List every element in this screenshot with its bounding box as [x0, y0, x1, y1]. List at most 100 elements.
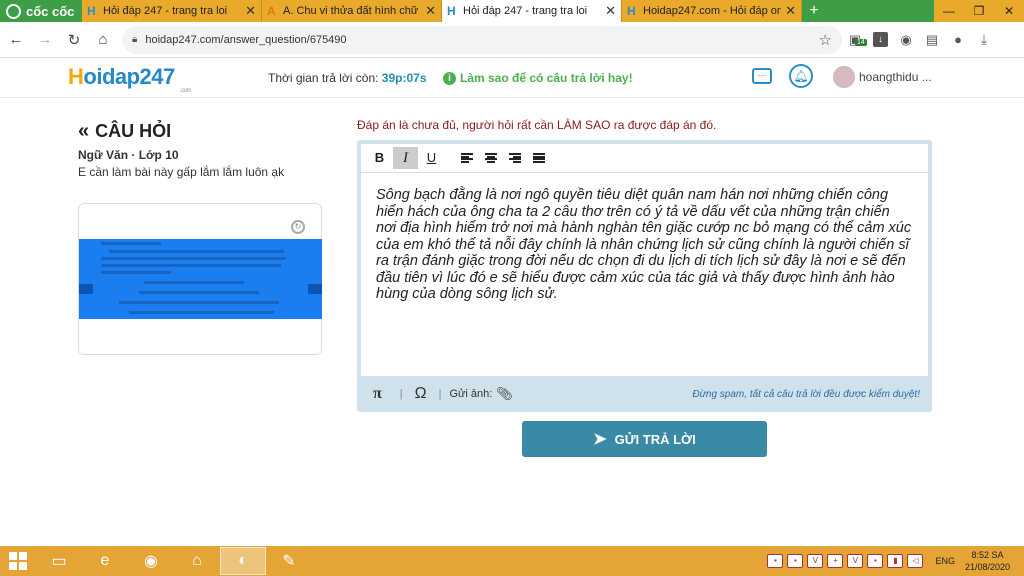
image-next-handle[interactable]	[308, 284, 322, 294]
question-text: E cần làm bài này gấp lắm lắm luôn ạk	[78, 165, 285, 179]
maximize-icon[interactable]: ❐	[964, 0, 994, 22]
hoidap-favicon-icon: H	[87, 4, 96, 18]
file-explorer-icon[interactable]: ▭	[36, 547, 82, 575]
input-language[interactable]: ENG	[935, 556, 955, 566]
align-center-icon[interactable]	[485, 153, 497, 163]
hoidap-favicon-icon: H	[627, 4, 636, 18]
coccoc-logo-icon	[6, 3, 21, 19]
back-chevron-icon[interactable]: «	[78, 120, 89, 143]
tray-app-icon[interactable]: ▪	[867, 554, 884, 568]
divider: |	[438, 388, 442, 400]
url-text: hoidap247.com/answer_question/675490	[145, 33, 347, 46]
tray-app-icon[interactable]: ▪	[787, 554, 804, 568]
answer-tip-link[interactable]: i Làm sao để có câu trả lời hay!	[443, 71, 633, 85]
extension-icon[interactable]: ▣14	[842, 32, 868, 48]
network-icon[interactable]: ▮	[887, 554, 904, 568]
question-image[interactable]	[79, 239, 322, 319]
send-plane-icon: ➤	[593, 431, 607, 448]
tray-app-icon[interactable]: V	[807, 554, 824, 568]
browser-tab-active[interactable]: H Hỏi đáp 247 - trang tra loi ✕	[442, 0, 622, 22]
coccoc-menu-button[interactable]: cốc cốc	[0, 0, 82, 22]
volume-icon[interactable]: ◁	[907, 554, 924, 568]
bookmark-star-icon[interactable]: ☆	[819, 31, 832, 49]
browser-tab[interactable]: H Hỏi đáp 247 - trang tra loi ✕	[82, 0, 262, 22]
tray-app-icon[interactable]: ▪	[767, 554, 784, 568]
question-heading: « CÂU HỎI	[78, 120, 171, 143]
align-right-icon[interactable]	[509, 153, 521, 163]
username[interactable]: hoangthidu ...	[859, 70, 932, 84]
browser-tab[interactable]: A A. Chu vi thửa đất hình chữ nhật ✕	[262, 0, 442, 22]
answer-timer: Thời gian trả lời còn: 39p:07s	[268, 71, 427, 85]
coccoc-extension-icon[interactable]: ◉	[893, 32, 919, 48]
windows-logo-icon	[9, 552, 27, 570]
reload-icon[interactable]: ↻	[61, 31, 87, 49]
extension-icon[interactable]: ▤	[919, 32, 945, 48]
notification-bell-icon[interactable]: 🔔︎	[789, 64, 813, 88]
back-arrow-icon[interactable]: ←	[3, 31, 29, 48]
paint-icon[interactable]: ✎	[266, 547, 312, 575]
address-bar[interactable]: 🔒︎ hoidap247.com/answer_question/675490 …	[122, 25, 842, 54]
profile-icon[interactable]: ●	[945, 32, 971, 47]
question-subject: Ngữ Văn · Lớp 10	[78, 148, 179, 162]
site-header: Hoidap247 .com Thời gian trả lời còn: 39…	[0, 58, 1024, 98]
timer-value: 39p:07s	[381, 71, 427, 85]
home-icon[interactable]: ⌂	[90, 31, 116, 48]
answer-textarea[interactable]: Sông bạch đằng là nơi ngô quyền tiêu diệ…	[361, 173, 928, 376]
tip-text: Làm sao để có câu trả lời hay!	[460, 71, 633, 85]
logo-suffix: .com	[180, 88, 192, 94]
chat-icon[interactable]: ···	[752, 68, 772, 84]
tab-title: A. Chu vi thửa đất hình chữ nhật	[283, 5, 421, 17]
browser-brand: cốc cốc	[26, 3, 75, 19]
start-button[interactable]	[0, 547, 36, 575]
tab-title: Hoidap247.com - Hỏi đáp onl	[643, 5, 782, 17]
image-prev-handle[interactable]	[79, 284, 93, 294]
question-image-card: ↻	[78, 203, 322, 355]
math-formula-button[interactable]: π	[373, 385, 382, 403]
align-justify-icon[interactable]	[533, 153, 545, 163]
forward-arrow-icon[interactable]: →	[32, 31, 58, 48]
download-tray-icon[interactable]: ⤓	[971, 32, 997, 48]
bold-button[interactable]: B	[367, 147, 392, 169]
site-logo[interactable]: Hoidap247 .com	[68, 64, 192, 94]
clock-date: 21/08/2020	[964, 562, 1010, 572]
browser-tab[interactable]: H Hoidap247.com - Hỏi đáp onl ✕	[622, 0, 802, 22]
editor-footer: π | Ω | Gửi ảnh: 📎︎ Đừng spam, tất cả câ…	[361, 380, 928, 408]
submit-answer-button[interactable]: ➤ GỬI TRẢ LỜI	[522, 421, 767, 457]
tab-title: Hỏi đáp 247 - trang tra loi	[463, 5, 588, 17]
tray-app-icon[interactable]: +	[827, 554, 844, 568]
lock-icon: 🔒︎	[132, 34, 138, 45]
clock-time: 8:52 SA	[971, 550, 1004, 560]
rotate-icon[interactable]: ↻	[291, 220, 305, 234]
tab-title: Hỏi đáp 247 - trang tra loi	[103, 5, 228, 17]
close-tab-icon[interactable]: ✕	[245, 3, 256, 19]
minimize-icon[interactable]: —	[934, 0, 964, 22]
submit-label: GỬI TRẢ LỜI	[614, 431, 696, 447]
hoidap-favicon-icon: H	[447, 4, 456, 18]
moderation-note: Đừng spam, tất cả câu trả lời đều được k…	[692, 388, 920, 400]
paperclip-icon[interactable]: 📎︎	[496, 386, 513, 402]
chrome-icon[interactable]: ◉	[128, 547, 174, 575]
info-icon: i	[443, 71, 456, 85]
internet-explorer-icon[interactable]: e	[82, 547, 128, 575]
upload-image-label: Gửi ảnh:	[449, 388, 493, 400]
coccoc-taskbar-icon[interactable]: ◐	[220, 547, 266, 575]
close-tab-icon[interactable]: ✕	[425, 3, 436, 19]
italic-button[interactable]: I	[393, 147, 418, 169]
answer-editor: B I U Sông bạch đằng là nơi ngô quyền ti…	[357, 140, 932, 412]
editor-toolbar: B I U	[361, 144, 928, 172]
special-chars-button[interactable]: Ω	[415, 385, 427, 403]
download-icon[interactable]: ↓	[873, 32, 888, 47]
avatar[interactable]	[833, 66, 855, 88]
divider: |	[399, 388, 403, 400]
answer-warning: Đáp án là chưa đủ, người hỏi rất cần LÀM…	[357, 118, 717, 132]
browser-tab-strip: cốc cốc H Hỏi đáp 247 - trang tra loi ✕ …	[0, 0, 1024, 22]
align-left-icon[interactable]	[461, 153, 473, 163]
close-tab-icon[interactable]: ✕	[605, 3, 616, 19]
app-icon[interactable]: ⌂	[174, 547, 220, 575]
close-tab-icon[interactable]: ✕	[785, 3, 796, 19]
close-window-icon[interactable]: ✕	[994, 0, 1024, 22]
tray-app-icon[interactable]: V	[847, 554, 864, 568]
taskbar-clock[interactable]: 8:52 SA 21/08/2020	[965, 549, 1010, 573]
underline-button[interactable]: U	[419, 147, 444, 169]
new-tab-button[interactable]: +	[802, 0, 826, 22]
